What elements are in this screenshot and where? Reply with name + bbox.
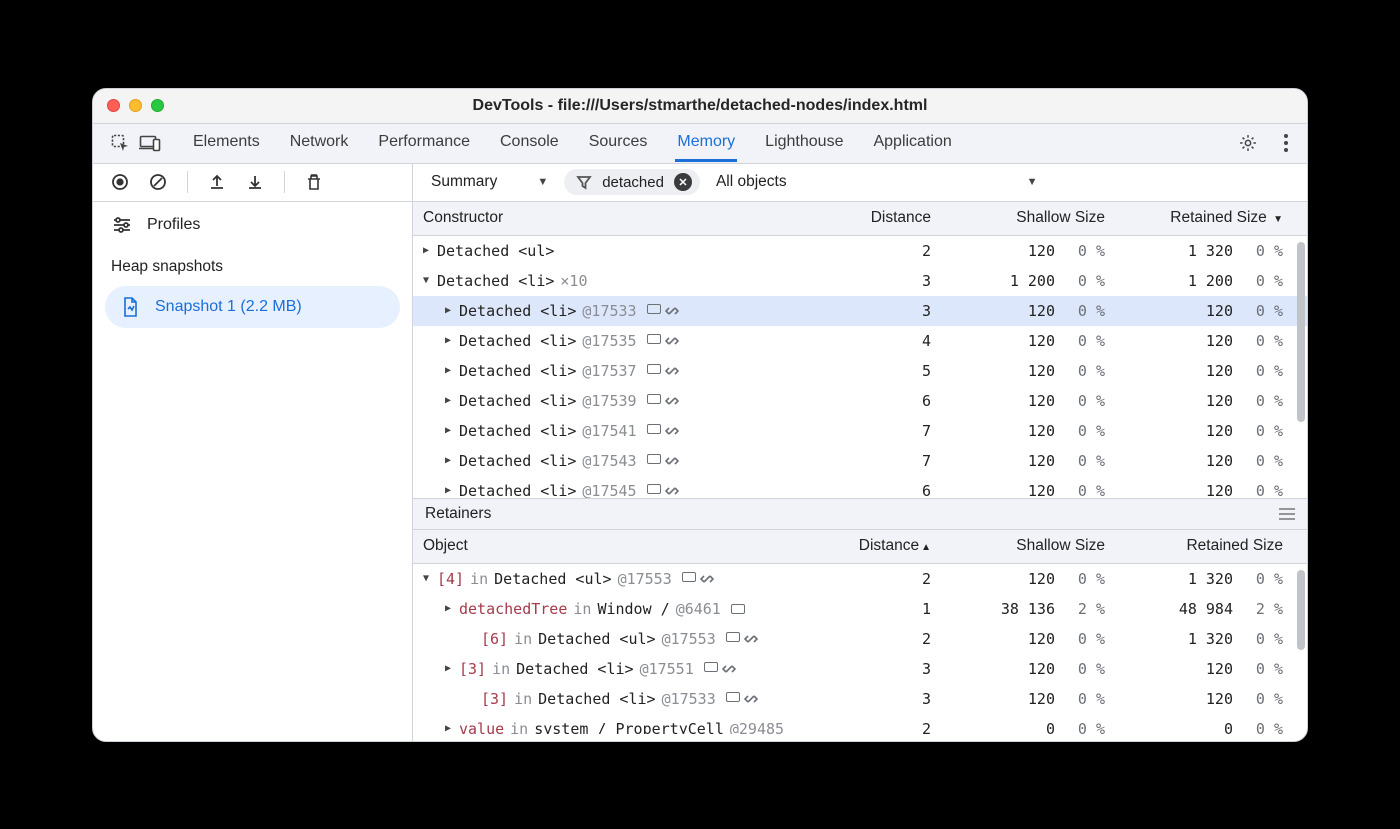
sort-desc-icon: ▼ bbox=[1273, 214, 1283, 225]
memory-toolbar: Summary ▼ detached ✕ All objects ▼ bbox=[93, 164, 1307, 202]
table-row[interactable]: ▶ value in system / PropertyCell @29485 … bbox=[413, 714, 1307, 734]
devtools-window: DevTools - file:///Users/stmarthe/detach… bbox=[92, 88, 1308, 742]
tab-lighthouse[interactable]: Lighthouse bbox=[763, 125, 845, 161]
settings-icon[interactable] bbox=[1237, 132, 1259, 154]
class-filter-input[interactable]: detached ✕ bbox=[564, 169, 700, 195]
table-row[interactable]: ▶ Detached <li> @17535 4 1200 % 1200 % bbox=[413, 326, 1307, 356]
tab-performance[interactable]: Performance bbox=[376, 125, 472, 161]
download-icon[interactable] bbox=[244, 171, 266, 193]
table-row[interactable]: [3] in Detached <li> @17533 3 1200 % 120… bbox=[413, 684, 1307, 714]
constructors-body[interactable]: ▶ Detached <ul> 2 1200 % 1 3200 % ▼ Deta… bbox=[413, 236, 1307, 498]
table-row[interactable]: [6] in Detached <ul> @17553 2 1200 % 1 3… bbox=[413, 624, 1307, 654]
record-icon[interactable] bbox=[109, 171, 131, 193]
constructors-header: Constructor Distance Shallow Size Retain… bbox=[413, 202, 1307, 236]
table-row[interactable]: ▶ Detached <li> @17539 6 1200 % 1200 % bbox=[413, 386, 1307, 416]
col-object[interactable]: Object bbox=[413, 531, 841, 561]
col-constructor[interactable]: Constructor bbox=[413, 203, 841, 233]
table-row[interactable]: ▼ [4] in Detached <ul> @17553 2 1200 % 1… bbox=[413, 564, 1307, 594]
retainers-body[interactable]: ▼ [4] in Detached <ul> @17553 2 1200 % 1… bbox=[413, 564, 1307, 734]
traffic-lights bbox=[107, 99, 164, 112]
snapshot-item[interactable]: Snapshot 1 (2.2 MB) bbox=[105, 286, 400, 328]
filter-icon bbox=[576, 174, 592, 190]
profiles-sidebar: Profiles Heap snapshots Snapshot 1 (2.2 … bbox=[93, 202, 413, 741]
close-window-button[interactable] bbox=[107, 99, 120, 112]
garbage-collect-icon[interactable] bbox=[303, 171, 325, 193]
view-select[interactable]: Summary ▼ bbox=[427, 171, 552, 193]
table-row[interactable]: ▶ Detached <ul> 2 1200 % 1 3200 % bbox=[413, 236, 1307, 266]
table-row[interactable]: ▶ [3] in Detached <li> @17551 3 1200 % 1… bbox=[413, 654, 1307, 684]
retainers-title: Retainers bbox=[425, 505, 491, 523]
col-distance[interactable]: Distance bbox=[841, 203, 941, 233]
col-distance[interactable]: Distance▲ bbox=[841, 531, 941, 561]
inspect-element-icon[interactable] bbox=[109, 132, 131, 154]
chevron-down-icon: ▼ bbox=[1027, 176, 1038, 188]
window-title: DevTools - file:///Users/stmarthe/detach… bbox=[93, 97, 1307, 115]
sort-asc-icon: ▲ bbox=[921, 542, 931, 553]
tab-memory[interactable]: Memory bbox=[675, 125, 737, 162]
table-row[interactable]: ▶ Detached <li> @17545 6 1200 % 1200 % bbox=[413, 476, 1307, 498]
table-row[interactable]: ▼ Detached <li> ×10 3 1 2000 % 1 2000 % bbox=[413, 266, 1307, 296]
table-row[interactable]: ▶ Detached <li> @17537 5 1200 % 1200 % bbox=[413, 356, 1307, 386]
panel-tabs: Elements Network Performance Console Sou… bbox=[93, 124, 1307, 164]
hamburger-icon[interactable] bbox=[1279, 508, 1295, 520]
zoom-window-button[interactable] bbox=[151, 99, 164, 112]
retainers-header-bar[interactable]: Retainers bbox=[413, 498, 1307, 530]
sliders-icon[interactable] bbox=[111, 214, 133, 236]
snapshot-name: Snapshot 1 bbox=[155, 298, 236, 315]
chevron-down-icon: ▼ bbox=[537, 176, 548, 188]
titlebar: DevTools - file:///Users/stmarthe/detach… bbox=[93, 89, 1307, 124]
view-select-label: Summary bbox=[431, 173, 497, 191]
table-row[interactable]: ▶ Detached <li> @17533 3 1200 % 1200 % bbox=[413, 296, 1307, 326]
tab-network[interactable]: Network bbox=[288, 125, 351, 161]
document-icon bbox=[119, 296, 141, 318]
col-retained[interactable]: Retained Size bbox=[1115, 531, 1293, 561]
more-icon[interactable] bbox=[1275, 132, 1297, 154]
objects-filter-label: All objects bbox=[716, 173, 787, 191]
filter-value: detached bbox=[602, 174, 664, 191]
sidebar-section-heap: Heap snapshots bbox=[93, 248, 412, 280]
scrollbar-thumb[interactable] bbox=[1297, 242, 1305, 422]
tab-sources[interactable]: Sources bbox=[587, 125, 650, 161]
clear-filter-icon[interactable]: ✕ bbox=[674, 173, 692, 191]
table-row[interactable]: ▶ detachedTree in Window / @6461 1 38 13… bbox=[413, 594, 1307, 624]
tab-console[interactable]: Console bbox=[498, 125, 561, 161]
profiles-label: Profiles bbox=[147, 216, 200, 234]
scrollbar-thumb[interactable] bbox=[1297, 570, 1305, 650]
snapshot-size: (2.2 MB) bbox=[240, 298, 301, 315]
upload-icon[interactable] bbox=[206, 171, 228, 193]
retainers-header: Object Distance▲ Shallow Size Retained S… bbox=[413, 530, 1307, 564]
col-shallow[interactable]: Shallow Size bbox=[941, 203, 1115, 233]
tab-application[interactable]: Application bbox=[871, 125, 953, 161]
table-row[interactable]: ▶ Detached <li> @17541 7 1200 % 1200 % bbox=[413, 416, 1307, 446]
minimize-window-button[interactable] bbox=[129, 99, 142, 112]
clear-icon[interactable] bbox=[147, 171, 169, 193]
tab-elements[interactable]: Elements bbox=[191, 125, 262, 161]
device-toolbar-icon[interactable] bbox=[139, 132, 161, 154]
table-row[interactable]: ▶ Detached <li> @17543 7 1200 % 1200 % bbox=[413, 446, 1307, 476]
objects-filter-select[interactable]: All objects ▼ bbox=[712, 171, 1042, 193]
snapshot-content: Constructor Distance Shallow Size Retain… bbox=[413, 202, 1307, 741]
col-shallow[interactable]: Shallow Size bbox=[941, 531, 1115, 561]
col-retained[interactable]: Retained Size ▼ bbox=[1115, 203, 1293, 233]
